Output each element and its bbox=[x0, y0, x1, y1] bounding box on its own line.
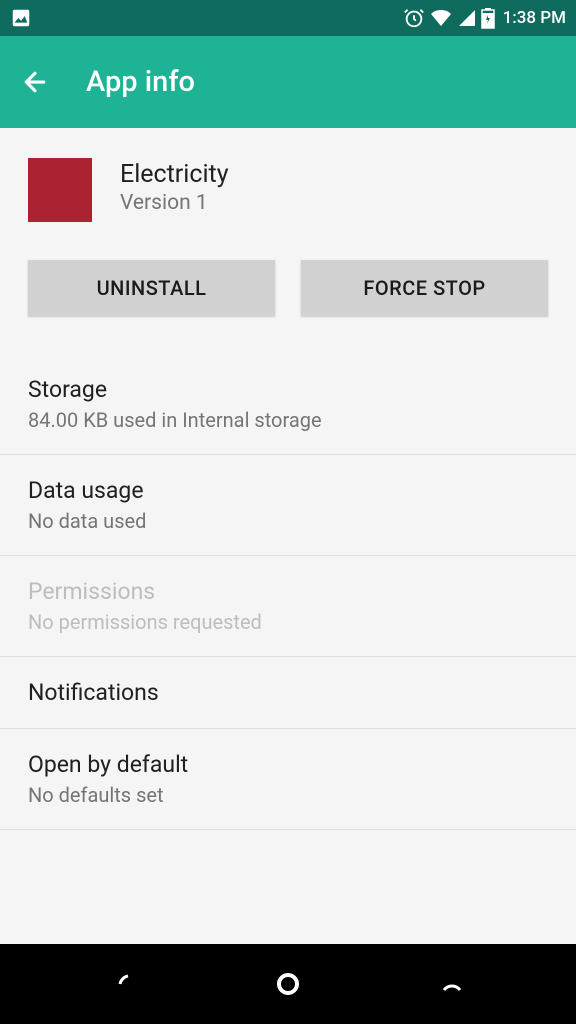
data-usage-item[interactable]: Data usage No data used bbox=[0, 455, 576, 556]
clock-time: 1:38 PM bbox=[503, 8, 566, 28]
app-name: Electricity bbox=[120, 160, 229, 189]
nav-back-button[interactable] bbox=[84, 954, 164, 1014]
picture-icon bbox=[10, 7, 32, 29]
data-usage-subtitle: No data used bbox=[28, 509, 548, 533]
force-stop-button[interactable]: FORCE STOP bbox=[301, 260, 548, 316]
uninstall-button[interactable]: UNINSTALL bbox=[28, 260, 275, 316]
nav-recent-button[interactable] bbox=[412, 954, 492, 1014]
content-area: Electricity Version 1 UNINSTALL FORCE ST… bbox=[0, 128, 576, 830]
wifi-icon bbox=[429, 8, 453, 28]
permissions-subtitle: No permissions requested bbox=[28, 610, 548, 634]
page-title: App info bbox=[86, 65, 195, 99]
back-arrow-icon[interactable] bbox=[20, 67, 50, 97]
navigation-bar bbox=[0, 944, 576, 1024]
open-default-item[interactable]: Open by default No defaults set bbox=[0, 729, 576, 830]
storage-subtitle: 84.00 KB used in Internal storage bbox=[28, 408, 548, 432]
app-version: Version 1 bbox=[120, 191, 229, 215]
data-usage-title: Data usage bbox=[28, 477, 548, 504]
permissions-title: Permissions bbox=[28, 578, 548, 605]
open-default-title: Open by default bbox=[28, 751, 548, 778]
permissions-item: Permissions No permissions requested bbox=[0, 556, 576, 657]
notifications-title: Notifications bbox=[28, 679, 548, 706]
alarm-icon bbox=[403, 7, 425, 29]
battery-icon bbox=[481, 7, 495, 29]
nav-home-button[interactable] bbox=[248, 954, 328, 1014]
app-header: Electricity Version 1 bbox=[0, 128, 576, 240]
storage-item[interactable]: Storage 84.00 KB used in Internal storag… bbox=[0, 354, 576, 455]
status-bar: 1:38 PM bbox=[0, 0, 576, 36]
app-bar: App info bbox=[0, 36, 576, 128]
app-icon bbox=[28, 158, 92, 222]
action-button-row: UNINSTALL FORCE STOP bbox=[0, 240, 576, 354]
storage-title: Storage bbox=[28, 376, 548, 403]
open-default-subtitle: No defaults set bbox=[28, 783, 548, 807]
notifications-item[interactable]: Notifications bbox=[0, 657, 576, 729]
signal-icon bbox=[457, 8, 477, 28]
